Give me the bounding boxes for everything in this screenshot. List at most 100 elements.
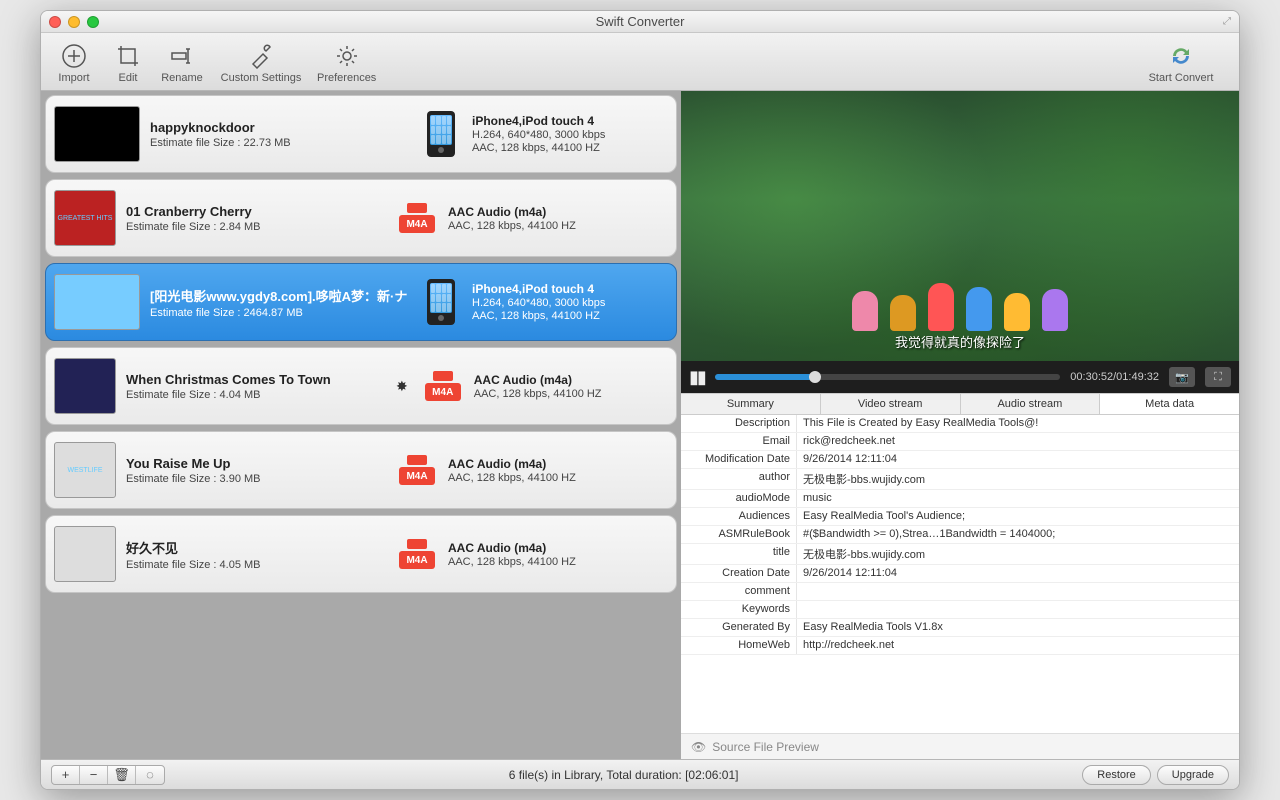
meta-row: Emailrick@redcheek.net (681, 433, 1239, 451)
meta-key: Audiences (681, 508, 797, 525)
meta-row: AudiencesEasy RealMedia Tool's Audience; (681, 508, 1239, 526)
meta-key: title (681, 544, 797, 564)
trash-button[interactable]: 🗑 (108, 766, 136, 784)
meta-key: Email (681, 433, 797, 450)
source-preview-label: 👁 Source File Preview (681, 733, 1239, 759)
seek-slider[interactable] (715, 374, 1060, 380)
tools-icon (247, 42, 275, 70)
format-codec: H.264, 640*480, 3000 kbps (472, 129, 668, 141)
status-text: 6 file(s) in Library, Total duration: [0… (171, 768, 1076, 782)
format-info: iPhone4,iPod touch 4H.264, 640*480, 3000… (472, 282, 668, 322)
m4a-icon: M4A (399, 539, 435, 569)
file-info: 01 Cranberry CherryEstimate file Size : … (126, 204, 386, 233)
info-tabs: SummaryVideo streamAudio streamMeta data (681, 393, 1239, 415)
format-info: AAC Audio (m4a)AAC, 128 kbps, 44100 HZ (448, 457, 668, 484)
tab-audio-stream[interactable]: Audio stream (961, 394, 1101, 414)
file-title: You Raise Me Up (126, 456, 386, 471)
inspect-button[interactable]: ◌ (136, 766, 164, 784)
meta-key: Creation Date (681, 565, 797, 582)
add-button[interactable]: + (52, 766, 80, 784)
upgrade-button[interactable]: Upgrade (1157, 765, 1229, 785)
list-item[interactable]: 好久不见 Estimate file Size : 4.05 MB M4A AAC A… (45, 515, 677, 593)
custom-settings-button[interactable]: Custom Settings (213, 42, 309, 84)
meta-key: Generated By (681, 619, 797, 636)
footer: + − 🗑 ◌ 6 file(s) in Library, Total dura… (41, 759, 1239, 789)
format-codec: AAC, 128 kbps, 44100 HZ (448, 220, 668, 232)
thumbnail (54, 106, 140, 162)
list-item[interactable]: GREATEST HITS 01 Cranberry CherryEstimate… (45, 179, 677, 257)
format-info: AAC Audio (m4a)AAC, 128 kbps, 44100 HZ (448, 205, 668, 232)
thumbnail (54, 274, 140, 330)
list-item[interactable]: When Christmas Comes To TownEstimate fil… (45, 347, 677, 425)
file-title: happyknockdoor (150, 120, 410, 135)
file-size: Estimate file Size : 2464.87 MB (150, 307, 410, 319)
preferences-button[interactable]: Preferences (317, 42, 376, 84)
window-title: Swift Converter (41, 14, 1239, 29)
restore-button[interactable]: Restore (1082, 765, 1151, 785)
file-size: Estimate file Size : 2.84 MB (126, 221, 386, 233)
start-convert-button[interactable]: Start Convert (1133, 42, 1229, 84)
rename-button[interactable]: Rename (159, 42, 205, 84)
convert-icon (1167, 42, 1195, 70)
format-audio: AAC, 128 kbps, 44100 HZ (472, 142, 668, 154)
iphone-icon (427, 111, 455, 157)
meta-value: Easy RealMedia Tool's Audience; (797, 508, 1239, 525)
toolbar: Import Edit Rename Custom Settings Prefe… (41, 33, 1239, 91)
meta-value: rick@redcheek.net (797, 433, 1239, 450)
list-actions: + − 🗑 ◌ (51, 765, 165, 785)
meta-row: comment (681, 583, 1239, 601)
meta-key: HomeWeb (681, 637, 797, 654)
m4a-icon: M4A (399, 203, 435, 233)
meta-key: comment (681, 583, 797, 600)
file-info: happyknockdoor Estimate file Size : 22.73… (150, 120, 410, 149)
format-icon (420, 110, 462, 158)
file-size: Estimate file Size : 22.73 MB (150, 137, 410, 149)
format-info: AAC Audio (m4a)AAC, 128 kbps, 44100 HZ (474, 373, 668, 400)
tab-video-stream[interactable]: Video stream (821, 394, 961, 414)
meta-value: #($Bandwidth >= 0),Strea…1Bandwidth = 14… (797, 526, 1239, 543)
meta-row: Keywords (681, 601, 1239, 619)
fullscreen-button[interactable]: ⛶ (1205, 367, 1231, 387)
plus-circle-icon (60, 42, 88, 70)
crop-icon (114, 42, 142, 70)
meta-row: Creation Date9/26/2014 12:11:04 (681, 565, 1239, 583)
gear-icon (333, 42, 361, 70)
import-button[interactable]: Import (51, 42, 97, 84)
meta-value: This File is Created by Easy RealMedia T… (797, 415, 1239, 432)
thumbnail: WESTLIFE (54, 442, 116, 498)
format-title: AAC Audio (m4a) (448, 205, 668, 219)
meta-value: Easy RealMedia Tools V1.8x (797, 619, 1239, 636)
time-display: 00:30:52/01:49:32 (1070, 371, 1159, 383)
meta-key: Keywords (681, 601, 797, 618)
snapshot-button[interactable]: 📷 (1169, 367, 1195, 387)
list-item[interactable]: [阳光电影www.ygdy8.com].哆啦A梦：新·ナEstimate fil… (45, 263, 677, 341)
meta-value: 9/26/2014 12:11:04 (797, 565, 1239, 582)
meta-value: http://redcheek.net (797, 637, 1239, 654)
tab-meta-data[interactable]: Meta data (1100, 394, 1239, 414)
list-item[interactable]: WESTLIFEYou Raise Me UpEstimate file Siz… (45, 431, 677, 509)
format-codec: H.264, 640*480, 3000 kbps (472, 297, 668, 309)
meta-key: author (681, 469, 797, 489)
file-title: 好久不见 (126, 538, 386, 557)
meta-row: Generated ByEasy RealMedia Tools V1.8x (681, 619, 1239, 637)
list-item[interactable]: happyknockdoor Estimate file Size : 22.73… (45, 95, 677, 173)
format-title: iPhone4,iPod touch 4 (472, 282, 668, 296)
format-codec: AAC, 128 kbps, 44100 HZ (448, 556, 668, 568)
tab-summary[interactable]: Summary (681, 394, 821, 414)
right-panel: 我觉得就真的像探险了 ▮▮ 00:30:52/01:49:32 📷 ⛶ Summ… (681, 91, 1239, 759)
meta-row: HomeWebhttp://redcheek.net (681, 637, 1239, 655)
rename-icon (168, 42, 196, 70)
file-info: 好久不见 Estimate file Size : 4.05 MB (126, 538, 386, 571)
format-title: AAC Audio (m4a) (448, 541, 668, 555)
edit-button[interactable]: Edit (105, 42, 151, 84)
gear-icon[interactable]: ✸ (396, 378, 408, 395)
file-title: When Christmas Comes To Town (126, 372, 386, 387)
format-info: AAC Audio (m4a)AAC, 128 kbps, 44100 HZ (448, 541, 668, 568)
remove-button[interactable]: − (80, 766, 108, 784)
format-icon: M4A (396, 446, 438, 494)
pause-button[interactable]: ▮▮ (689, 367, 705, 388)
thumbnail: GREATEST HITS (54, 190, 116, 246)
subtitle-text: 我觉得就真的像探险了 (681, 332, 1239, 351)
video-preview[interactable]: 我觉得就真的像探险了 (681, 91, 1239, 361)
file-size: Estimate file Size : 4.05 MB (126, 559, 386, 571)
